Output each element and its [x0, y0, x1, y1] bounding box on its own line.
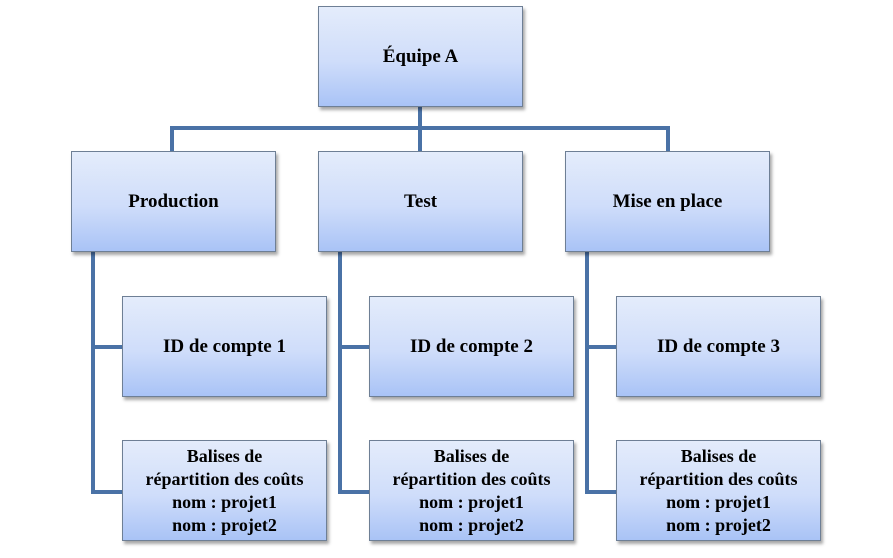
node-root-label: Équipe A	[382, 45, 459, 67]
tag-entry: nom : projet1	[419, 491, 524, 512]
tags-title-line1: Balises de	[433, 445, 510, 466]
connector-trunk-production	[91, 252, 95, 494]
connector-trunk-production-to-account	[91, 345, 123, 349]
node-account-label: ID de compte 2	[410, 335, 533, 357]
tag-entry: nom : projet1	[172, 491, 277, 512]
node-environment-test: Test	[318, 151, 523, 252]
tags-title-line2: répartition des coûts	[145, 468, 304, 489]
node-environment-production: Production	[71, 151, 276, 252]
tag-entry: nom : projet2	[666, 514, 771, 535]
node-account-3: ID de compte 3	[616, 296, 821, 397]
tags-title-line2: répartition des coûts	[392, 468, 551, 489]
node-environment-label: Test	[403, 190, 438, 212]
connector-trunk-mise-en-place-to-account	[585, 345, 617, 349]
tags-title-line1: Balises de	[680, 445, 757, 466]
connector-trunk-production-to-tags	[91, 490, 123, 494]
node-cost-tags-2: Balises de répartition des coûts nom : p…	[369, 440, 574, 541]
node-environment-label: Production	[128, 190, 219, 212]
node-environment-mise-en-place: Mise en place	[565, 151, 770, 252]
node-account-label: ID de compte 1	[163, 335, 286, 357]
tags-title-line1: Balises de	[186, 445, 263, 466]
node-root-team: Équipe A	[318, 6, 523, 107]
connector-bus-to-mise-en-place	[666, 126, 670, 152]
connector-bus-to-test	[418, 126, 422, 152]
node-account-2: ID de compte 2	[369, 296, 574, 397]
connector-trunk-test	[338, 252, 342, 494]
tag-entry: nom : projet2	[172, 514, 277, 535]
connector-trunk-test-to-tags	[338, 490, 370, 494]
connector-trunk-mise-en-place-to-tags	[585, 490, 617, 494]
node-account-1: ID de compte 1	[122, 296, 327, 397]
connector-bus-to-production	[170, 126, 174, 152]
tags-title-line2: répartition des coûts	[639, 468, 798, 489]
node-environment-label: Mise en place	[612, 190, 723, 212]
tag-entry: nom : projet1	[666, 491, 771, 512]
tag-entry: nom : projet2	[419, 514, 524, 535]
node-cost-tags-1: Balises de répartition des coûts nom : p…	[122, 440, 327, 541]
node-cost-tags-3: Balises de répartition des coûts nom : p…	[616, 440, 821, 541]
node-account-label: ID de compte 3	[657, 335, 780, 357]
connector-trunk-mise-en-place	[585, 252, 589, 494]
connector-trunk-test-to-account	[338, 345, 370, 349]
